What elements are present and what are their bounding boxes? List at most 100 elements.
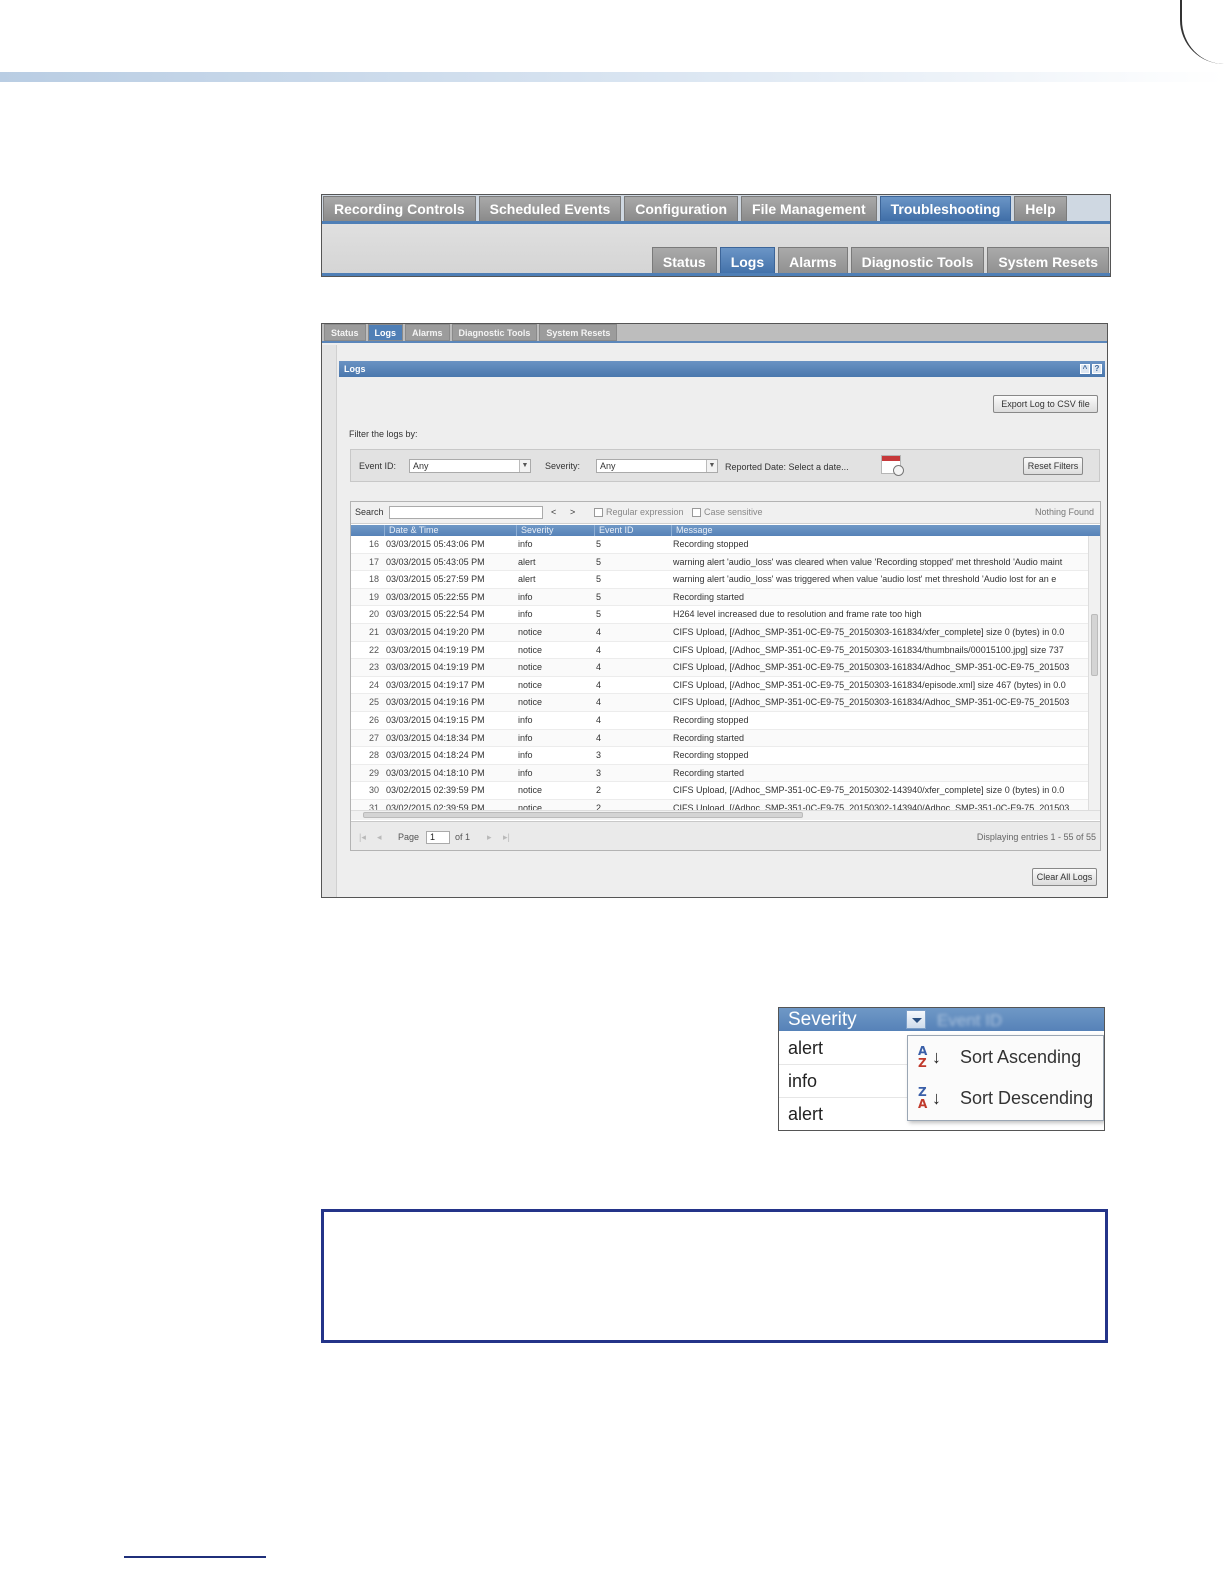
event-id-header-label: Event ID bbox=[937, 1011, 1003, 1030]
row-severity: info bbox=[518, 732, 533, 743]
tab-help[interactable]: Help bbox=[1014, 196, 1067, 222]
row-date: 03/03/2015 04:19:20 PM bbox=[386, 626, 485, 637]
table-row[interactable]: 31 03/02/2015 02:39:59 PM notice 2 CIFS Uplo… bbox=[351, 799, 1088, 810]
severity-select[interactable]: Any ▼ bbox=[596, 459, 718, 473]
regex-checkbox[interactable] bbox=[594, 508, 603, 517]
mini-tab-bar: Status Logs Alarms Diagnostic Tools System R… bbox=[322, 324, 1107, 343]
tab-troubleshooting[interactable]: Troubleshooting bbox=[879, 196, 1012, 222]
table-row[interactable]: 19 03/03/2015 05:22:55 PM info 5 Recording s… bbox=[351, 588, 1088, 607]
subtab-logs[interactable]: Logs bbox=[719, 247, 776, 276]
column-header-severity[interactable]: Severity bbox=[516, 525, 594, 536]
tab-scheduled-events[interactable]: Scheduled Events bbox=[478, 196, 622, 222]
reported-date-label[interactable]: Reported Date: Select a date... bbox=[725, 462, 849, 472]
row-event-id: 4 bbox=[596, 679, 602, 690]
column-header-date-time[interactable]: Date & Time bbox=[384, 525, 516, 536]
table-row[interactable]: 29 03/03/2015 04:18:10 PM info 3 Recording s… bbox=[351, 764, 1088, 783]
table-row[interactable]: 16 03/03/2015 05:43:06 PM info 5 Recording s… bbox=[351, 536, 1088, 554]
row-number: 18 bbox=[368, 574, 379, 585]
row-date: 03/03/2015 04:19:15 PM bbox=[386, 714, 485, 725]
table-row[interactable]: 20 03/03/2015 05:22:54 PM info 5 H264 level … bbox=[351, 606, 1088, 624]
table-row[interactable]: 21 03/03/2015 04:19:20 PM notice 4 CIFS Uplo… bbox=[351, 623, 1088, 642]
sort-context-menu: A Z ↓ Sort Ascending Z A ↓ Sort Descending bbox=[907, 1035, 1104, 1121]
table-row[interactable]: 22 03/03/2015 04:19:19 PM notice 4 CIFS Uplo… bbox=[351, 642, 1088, 660]
tab-recording-controls[interactable]: Recording Controls bbox=[323, 196, 476, 222]
row-severity: info bbox=[518, 767, 533, 778]
side-strip bbox=[322, 345, 337, 897]
subtab-system-resets[interactable]: System Resets bbox=[987, 247, 1109, 276]
row-date: 03/02/2015 02:39:59 PM bbox=[386, 785, 485, 796]
sub-tab-bar: Status Logs Alarms Diagnostic Tools System R… bbox=[651, 247, 1109, 276]
row-severity: notice bbox=[518, 802, 543, 810]
search-input[interactable] bbox=[389, 506, 543, 519]
row-date: 03/03/2015 04:19:19 PM bbox=[386, 644, 485, 655]
row-severity: notice bbox=[518, 662, 543, 673]
mini-tab-logs[interactable]: Logs bbox=[367, 324, 404, 341]
next-page-icon[interactable]: ▸ bbox=[487, 832, 492, 843]
table-row[interactable]: 28 03/03/2015 04:18:24 PM info 3 Recording s… bbox=[351, 747, 1088, 765]
collapse-icon[interactable]: ^ bbox=[1080, 364, 1090, 374]
column-header-event-id[interactable]: Event ID bbox=[594, 525, 671, 536]
row-event-id: 5 bbox=[596, 591, 602, 602]
scroll-thumb[interactable] bbox=[1091, 614, 1098, 676]
row-message: CIFS Upload, [/Adhoc_SMP-351-0C-E9-75_20… bbox=[673, 679, 1066, 690]
case-sensitive-checkbox[interactable] bbox=[692, 508, 701, 517]
row-severity: info bbox=[518, 539, 533, 549]
scroll-thumb[interactable] bbox=[363, 812, 803, 818]
row-number: 24 bbox=[368, 679, 379, 690]
clear-all-logs-button[interactable]: Clear All Logs bbox=[1032, 868, 1097, 886]
subtab-status[interactable]: Status bbox=[651, 247, 717, 276]
row-date: 03/03/2015 04:19:19 PM bbox=[386, 662, 485, 673]
first-page-icon[interactable]: |◂ bbox=[359, 832, 366, 843]
reset-filters-button[interactable]: Reset Filters bbox=[1023, 457, 1083, 475]
table-row[interactable]: 27 03/03/2015 04:18:34 PM info 4 Recording s… bbox=[351, 729, 1088, 748]
main-tab-bar: Recording Controls Scheduled Events Config… bbox=[322, 195, 1110, 224]
mini-tab-alarms[interactable]: Alarms bbox=[405, 324, 450, 341]
horizontal-scrollbar[interactable] bbox=[351, 810, 1100, 820]
last-page-icon[interactable]: ▸| bbox=[503, 832, 510, 843]
tab-configuration[interactable]: Configuration bbox=[624, 196, 739, 222]
row-number: 22 bbox=[368, 644, 379, 655]
severity-label: Severity: bbox=[545, 461, 581, 471]
page-input[interactable]: 1 bbox=[426, 831, 450, 844]
event-id-select[interactable]: Any ▼ bbox=[409, 459, 531, 473]
mini-tab-system-resets[interactable]: System Resets bbox=[539, 324, 618, 341]
table-row[interactable]: 25 03/03/2015 04:19:16 PM notice 4 CIFS Uplo… bbox=[351, 694, 1088, 712]
row-date: 03/03/2015 04:18:34 PM bbox=[386, 732, 485, 743]
row-message: warning alert 'audio_loss' was cleared w… bbox=[673, 556, 1063, 567]
help-icon[interactable]: ? bbox=[1092, 364, 1102, 374]
table-row[interactable]: 30 03/02/2015 02:39:59 PM notice 2 CIFS Uplo… bbox=[351, 782, 1088, 800]
table-row[interactable]: 26 03/03/2015 04:19:15 PM info 4 Recording s… bbox=[351, 712, 1088, 730]
sort-menu-item-sort-ascending[interactable]: A Z ↓ Sort Ascending bbox=[908, 1038, 1103, 1078]
mini-tab-status[interactable]: Status bbox=[324, 324, 366, 341]
table-row[interactable]: 23 03/03/2015 04:19:19 PM notice 4 CIFS Uplo… bbox=[351, 659, 1088, 677]
page-footer-rule bbox=[124, 1556, 266, 1558]
event-id-label: Event ID: bbox=[359, 461, 397, 471]
search-prev-button[interactable]: < bbox=[551, 507, 556, 517]
vertical-scrollbar[interactable] bbox=[1088, 536, 1100, 810]
subtab-diagnostic-tools[interactable]: Diagnostic Tools bbox=[850, 247, 985, 276]
chevron-down-icon[interactable] bbox=[906, 1010, 926, 1029]
mini-tab-diagnostic-tools[interactable]: Diagnostic Tools bbox=[451, 324, 538, 341]
column-header-message[interactable]: Message bbox=[671, 525, 1100, 536]
row-message: Recording started bbox=[673, 591, 745, 602]
subtab-alarms[interactable]: Alarms bbox=[778, 247, 848, 276]
tab-file-management[interactable]: File Management bbox=[741, 196, 877, 222]
row-event-id: 5 bbox=[596, 609, 602, 620]
row-message: Recording stopped bbox=[673, 750, 749, 761]
row-event-id: 5 bbox=[596, 539, 602, 549]
table-row[interactable]: 17 03/03/2015 05:43:05 PM alert 5 warning al… bbox=[351, 553, 1088, 572]
sort-menu-item-sort-descending[interactable]: Z A ↓ Sort Descending bbox=[908, 1079, 1103, 1119]
row-event-id: 4 bbox=[596, 662, 602, 673]
calendar-icon[interactable] bbox=[881, 455, 904, 476]
table-row[interactable]: 18 03/03/2015 05:27:59 PM alert 5 warning al… bbox=[351, 571, 1088, 589]
regex-label: Regular expression bbox=[606, 507, 684, 517]
search-next-button[interactable]: > bbox=[570, 507, 575, 517]
severity-column-header[interactable]: Severity Event ID bbox=[779, 1008, 1104, 1031]
row-date: 03/03/2015 04:19:17 PM bbox=[386, 679, 485, 690]
table-row[interactable]: 24 03/03/2015 04:19:17 PM notice 4 CIFS Uplo… bbox=[351, 677, 1088, 695]
row-message: CIFS Upload, [/Adhoc_SMP-351-0C-E9-75_20… bbox=[673, 785, 1065, 796]
prev-page-icon[interactable]: ◂ bbox=[377, 832, 382, 843]
logs-panel-title: Logs ^ ? bbox=[339, 361, 1105, 377]
row-date: 03/03/2015 04:18:24 PM bbox=[386, 750, 485, 761]
export-log-button[interactable]: Export Log to CSV file bbox=[993, 395, 1098, 413]
